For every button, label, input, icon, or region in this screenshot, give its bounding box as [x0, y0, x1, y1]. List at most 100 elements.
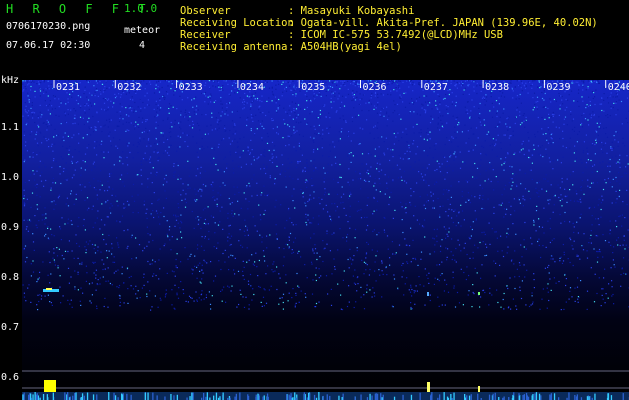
noise-speck: [369, 151, 371, 153]
noise-speck: [309, 194, 311, 196]
noise-speck: [509, 277, 511, 279]
noise-speck: [106, 87, 108, 89]
noise-speck: [421, 176, 424, 178]
noise-speck: [389, 257, 391, 259]
noise-speck: [191, 99, 193, 101]
noise-speck: [360, 286, 362, 288]
noise-speck: [162, 135, 164, 137]
noise-speck: [245, 225, 247, 227]
noise-floor-spike: [92, 394, 95, 400]
noise-speck: [236, 186, 238, 188]
noise-speck: [62, 136, 64, 138]
noise-speck: [613, 246, 615, 248]
noise-speck: [41, 214, 43, 216]
noise-speck: [500, 158, 502, 160]
noise-speck: [558, 95, 561, 97]
noise-speck: [71, 250, 73, 252]
noise-speck: [26, 112, 28, 114]
noise-floor-spike: [322, 395, 324, 400]
noise-speck: [534, 136, 536, 138]
noise-speck: [100, 90, 102, 92]
noise-speck: [455, 118, 457, 120]
noise-speck: [248, 304, 250, 306]
noise-speck: [450, 154, 452, 157]
noise-speck: [375, 189, 377, 191]
noise-speck: [424, 236, 426, 238]
noise-speck: [339, 176, 341, 178]
noise-speck: [296, 272, 298, 275]
noise-speck: [416, 146, 419, 148]
noise-speck: [434, 244, 436, 246]
noise-speck: [176, 150, 178, 152]
noise-speck: [170, 88, 172, 90]
noise-speck: [142, 158, 145, 160]
noise-speck: [417, 264, 419, 266]
noise-speck: [113, 261, 116, 263]
noise-speck: [566, 195, 568, 197]
noise-speck: [264, 80, 266, 82]
noise-speck: [170, 136, 172, 138]
noise-speck: [373, 229, 375, 231]
noise-speck: [468, 274, 470, 277]
noise-speck: [423, 109, 425, 111]
noise-speck: [416, 98, 418, 100]
noise-speck: [590, 80, 592, 82]
noise-speck: [265, 302, 268, 304]
noise-speck: [87, 105, 89, 107]
noise-speck: [295, 294, 297, 296]
noise-speck: [347, 80, 349, 82]
noise-speck: [441, 163, 443, 165]
noise-speck: [324, 104, 326, 106]
noise-speck: [319, 203, 321, 205]
noise-speck: [559, 104, 561, 106]
noise-speck: [366, 288, 368, 290]
noise-speck: [541, 145, 543, 147]
noise-speck: [572, 264, 574, 267]
noise-speck: [165, 174, 167, 176]
noise-speck: [412, 126, 414, 128]
noise-speck: [282, 137, 284, 139]
noise-speck: [341, 128, 343, 130]
noise-speck: [97, 246, 99, 248]
noise-speck: [558, 114, 560, 116]
noise-speck: [580, 124, 582, 126]
noise-speck: [203, 298, 205, 300]
noise-speck: [220, 100, 222, 102]
noise-speck: [524, 172, 526, 175]
noise-speck: [557, 159, 559, 161]
noise-speck: [503, 162, 505, 165]
noise-speck: [538, 226, 540, 228]
noise-speck: [600, 148, 602, 150]
noise-speck: [269, 177, 271, 179]
noise-speck: [387, 93, 389, 95]
noise-speck: [593, 301, 596, 303]
noise-speck: [46, 126, 49, 128]
noise-speck: [104, 297, 106, 299]
noise-speck: [605, 133, 607, 135]
noise-speck: [135, 237, 137, 239]
noise-speck: [358, 143, 360, 145]
noise-speck: [496, 112, 498, 115]
noise-speck: [149, 234, 151, 236]
noise-speck: [84, 161, 86, 163]
noise-speck: [462, 84, 464, 86]
noise-speck: [613, 264, 615, 266]
noise-speck: [223, 138, 225, 140]
noise-speck: [99, 277, 101, 279]
noise-speck: [134, 101, 136, 104]
noise-speck: [304, 108, 306, 110]
noise-speck: [461, 131, 463, 133]
noise-speck: [306, 180, 308, 182]
noise-speck: [149, 81, 151, 83]
noise-speck: [552, 168, 554, 170]
noise-speck: [53, 235, 55, 237]
noise-speck: [210, 124, 212, 126]
noise-speck: [327, 163, 329, 166]
noise-speck: [451, 238, 453, 240]
noise-speck: [285, 111, 287, 113]
noise-speck: [344, 81, 346, 83]
noise-speck: [173, 90, 175, 92]
noise-speck: [186, 134, 188, 136]
noise-speck: [192, 136, 194, 138]
noise-speck: [429, 294, 431, 296]
